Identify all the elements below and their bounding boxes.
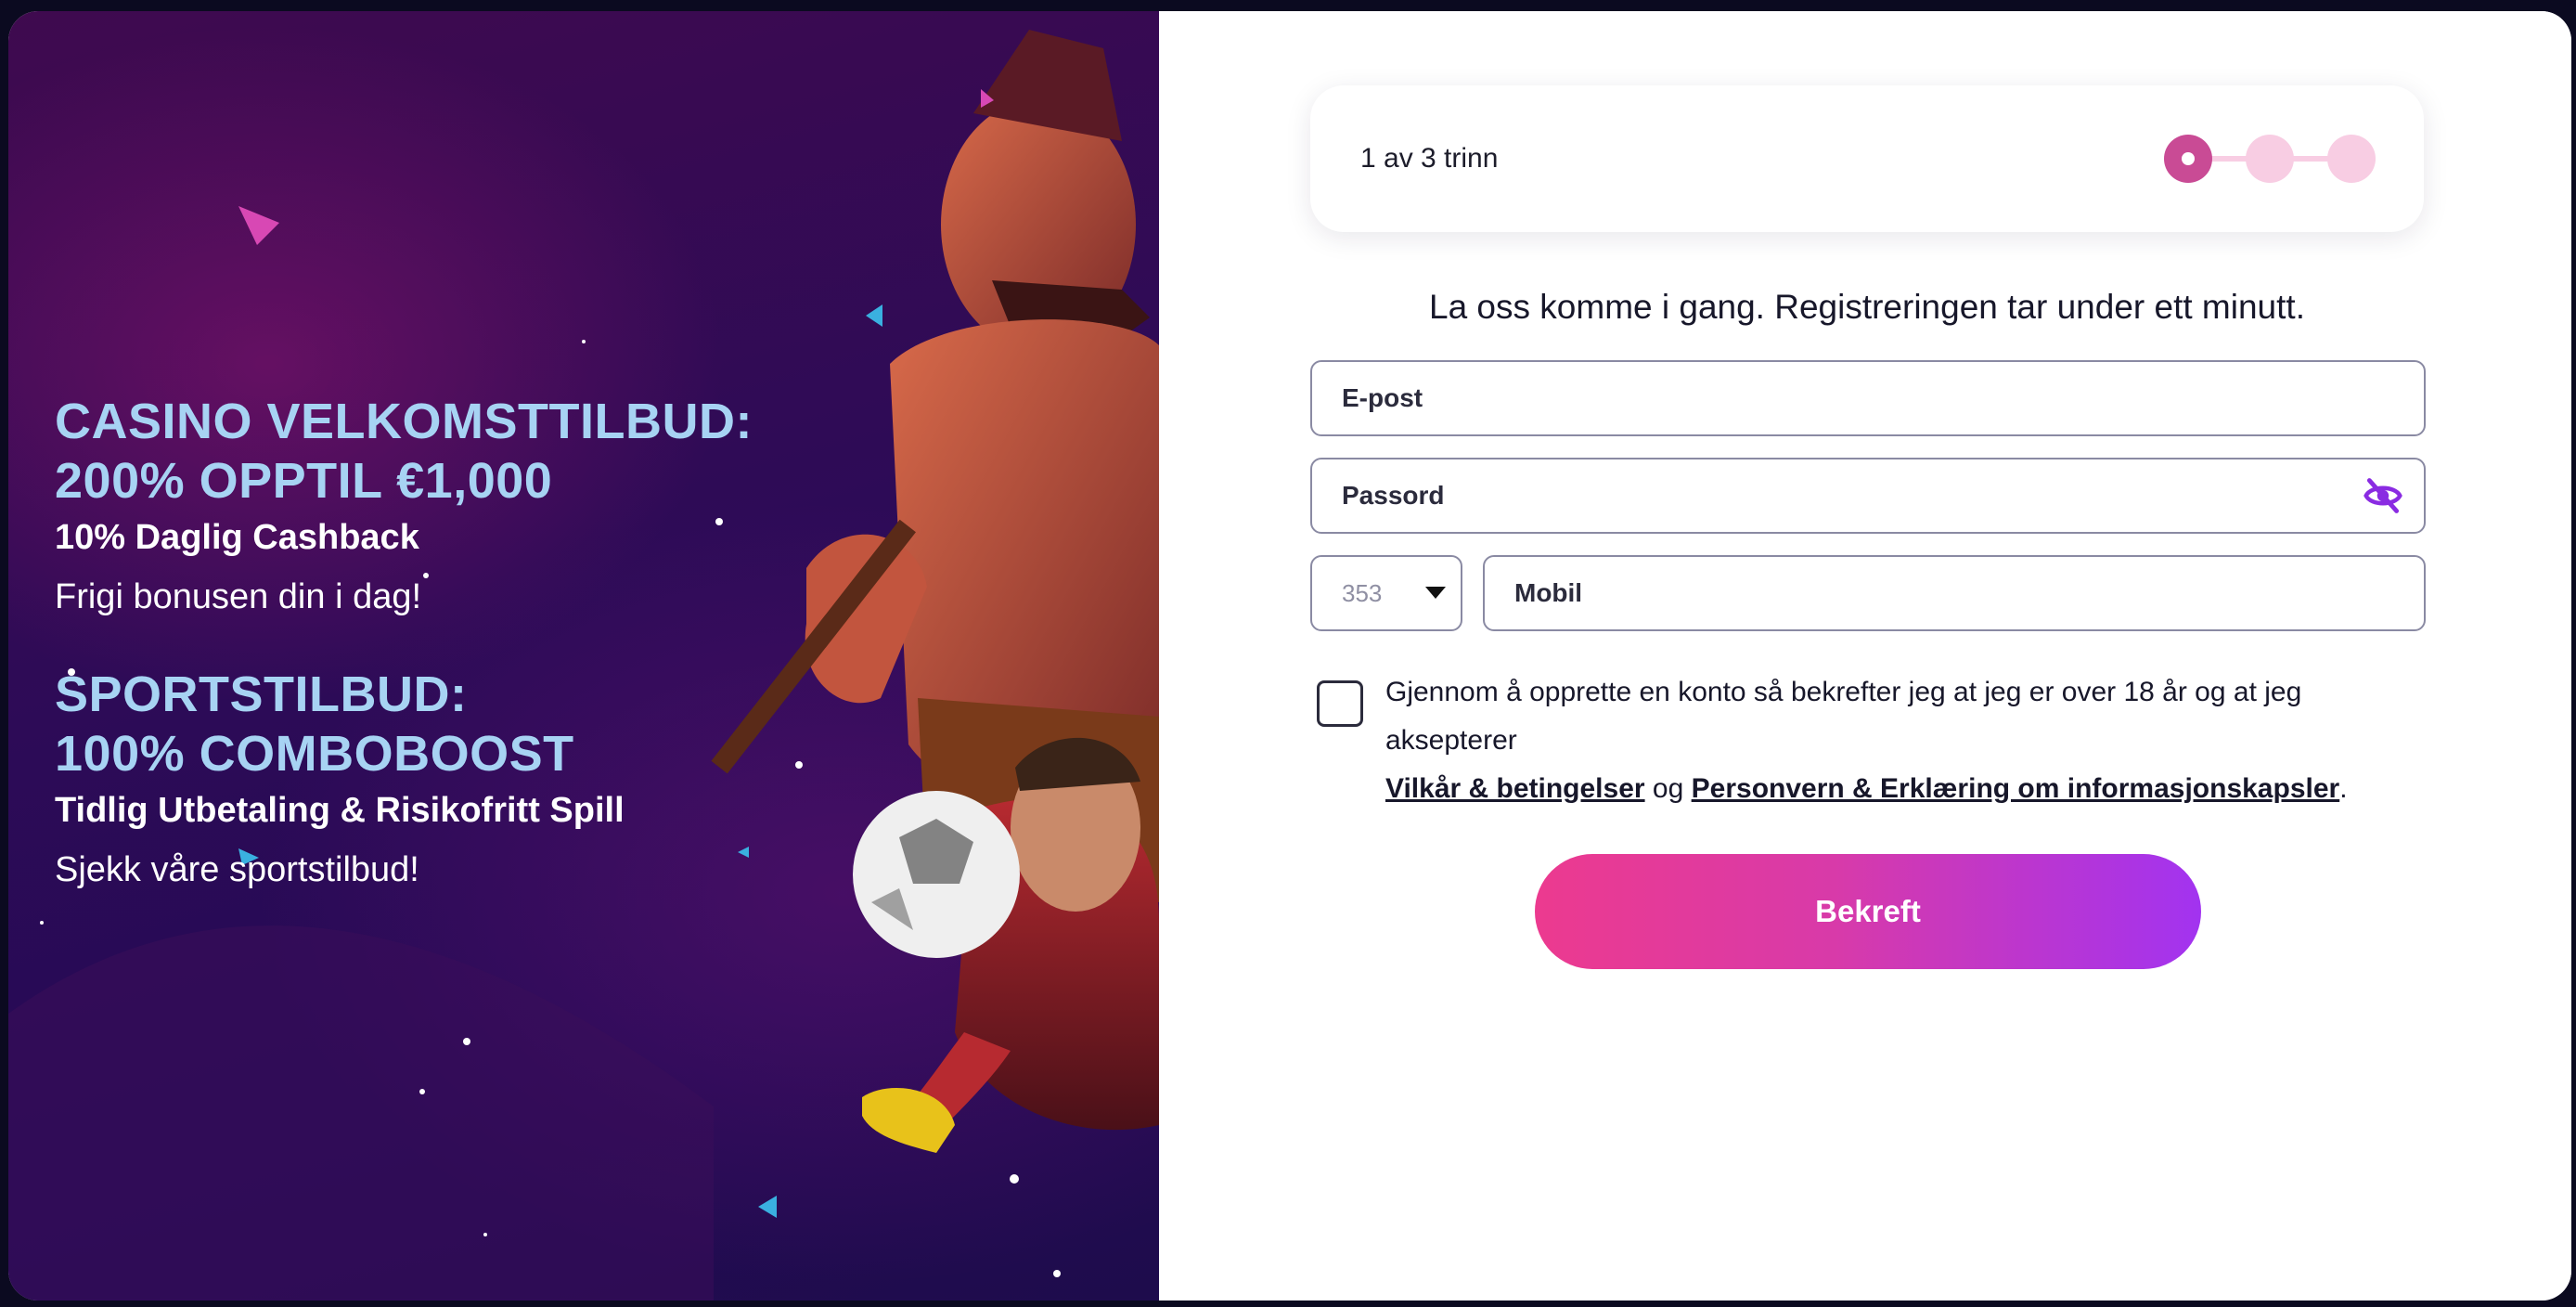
password-input[interactable]	[1312, 459, 2424, 532]
form-intro: La oss komme i gang. Registreringen tar …	[1429, 288, 2305, 326]
step-dot-3	[2327, 135, 2376, 183]
country-code-value: 353	[1342, 579, 1383, 607]
registration-form: 1 av 3 trinn La oss komme i gang. Regist…	[1159, 11, 2571, 1301]
chevron-down-icon	[1425, 587, 1446, 599]
privacy-link[interactable]: Personvern & Erklæring om informasjonska…	[1692, 773, 2340, 804]
sport-offer-cta: Sjekk våre sportstilbud!	[55, 850, 419, 889]
casino-offer-cta: Frigi bonusen din i dag!	[55, 577, 422, 616]
sport-offer-subtitle: Tidlig Utbetaling & Risikofritt Spill	[55, 791, 625, 830]
casino-offer-title-2: 200% OPPTIL €1,000	[55, 453, 553, 509]
terms-prefix: Gjennom å opprette en konto så bekrefter…	[1385, 677, 2302, 756]
eye-off-icon[interactable]	[2363, 475, 2403, 516]
terms-checkbox[interactable]	[1317, 680, 1363, 727]
mobile-field-wrapper	[1483, 555, 2426, 631]
confirm-button[interactable]: Bekreft	[1535, 854, 2201, 969]
step-label: 1 av 3 trinn	[1360, 143, 1499, 174]
step-dot-2	[2246, 135, 2294, 183]
mobile-input[interactable]	[1485, 557, 2424, 629]
country-code-select[interactable]: 353	[1310, 555, 1462, 631]
terms-joiner: og	[1652, 773, 1684, 804]
registration-modal: CASINO VELKOMSTTILBUD: 200% OPPTIL €1,00…	[8, 11, 2571, 1301]
step-dot-1	[2164, 135, 2212, 183]
email-input[interactable]	[1312, 362, 2424, 434]
promo-panel: CASINO VELKOMSTTILBUD: 200% OPPTIL €1,00…	[8, 11, 1159, 1301]
sport-offer-title-1: SPORTSTILBUD:	[55, 666, 468, 722]
step-indicator: 1 av 3 trinn	[1310, 85, 2424, 232]
email-field-wrapper	[1310, 360, 2426, 436]
terms-text: Gjennom å opprette en konto så bekrefter…	[1385, 668, 2434, 813]
sport-offer-title-2: 100% COMBOBOOST	[55, 726, 574, 782]
casino-offer-subtitle: 10% Daglig Cashback	[55, 518, 419, 557]
terms-suffix: .	[2339, 773, 2348, 804]
casino-offer-title-1: CASINO VELKOMSTTILBUD:	[55, 394, 753, 449]
terms-link[interactable]: Vilkår & betingelser	[1385, 773, 1645, 804]
step-dots	[2164, 135, 2376, 183]
promo-text: CASINO VELKOMSTTILBUD: 200% OPPTIL €1,00…	[55, 392, 760, 902]
password-field-wrapper	[1310, 458, 2426, 534]
